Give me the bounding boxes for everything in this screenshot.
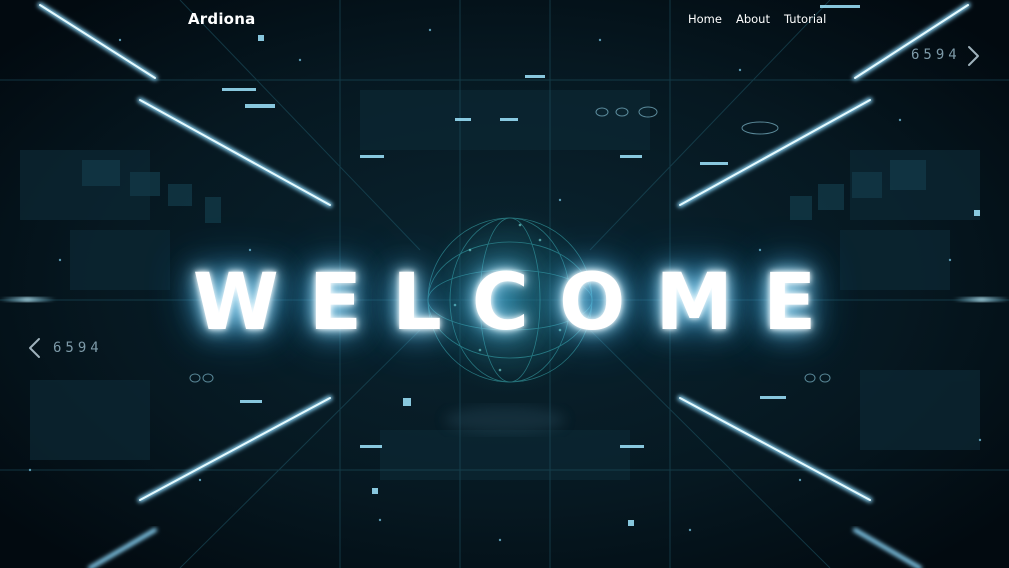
- brand-logo[interactable]: Ardiona: [188, 10, 255, 28]
- nav-links: Home About Tutorial: [688, 12, 826, 26]
- nav-link-about[interactable]: About: [736, 12, 770, 26]
- nav-link-home[interactable]: Home: [688, 12, 722, 26]
- nav-link-tutorial[interactable]: Tutorial: [784, 12, 826, 26]
- slide-counter-right: 6594: [911, 47, 961, 63]
- top-navbar: Ardiona Home About Tutorial: [0, 0, 1009, 40]
- hero-title: WELCOME: [192, 258, 847, 348]
- chevron-right-icon[interactable]: [963, 41, 985, 71]
- chevron-left-icon[interactable]: [24, 333, 46, 363]
- slide-counter-left: 6594: [53, 340, 103, 356]
